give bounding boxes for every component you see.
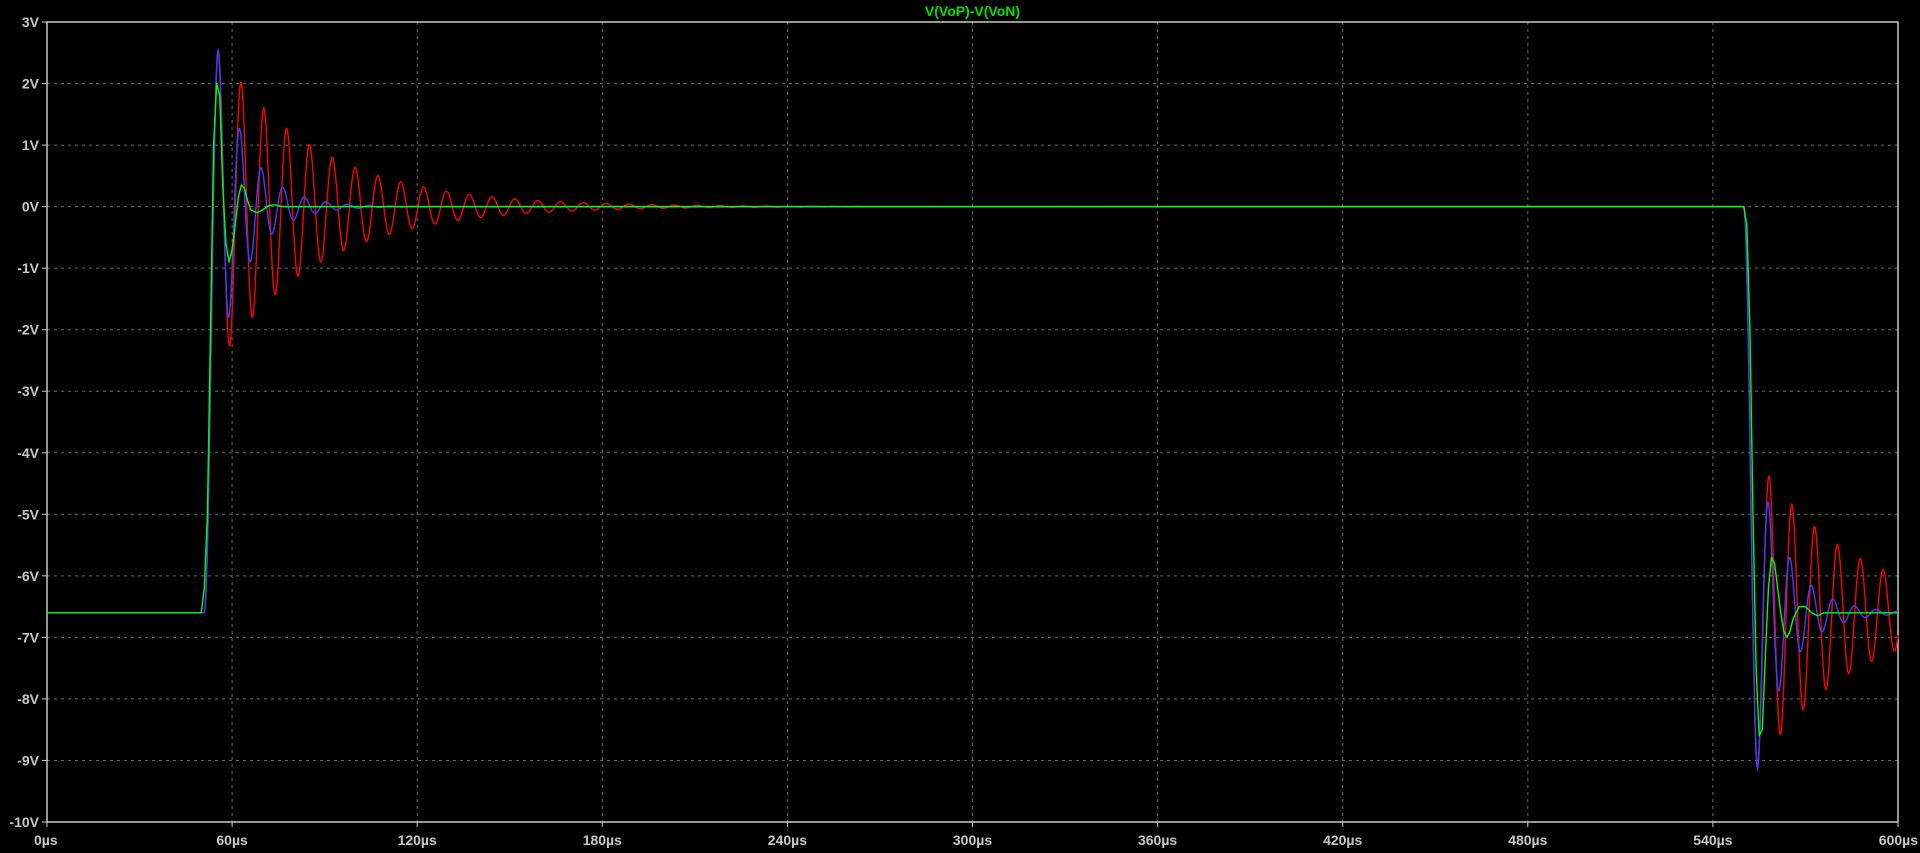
x-tick-label: 240µs — [768, 832, 807, 848]
x-tick-label: 480µs — [1508, 832, 1547, 848]
x-tick-label: 180µs — [583, 832, 622, 848]
y-tick-label: -5V — [17, 506, 39, 522]
y-tick-label: -2V — [17, 322, 39, 338]
y-tick-label: 2V — [22, 76, 40, 92]
waveform-plot[interactable]: 3V2V1V0V-1V-2V-3V-4V-5V-6V-7V-8V-9V-10V … — [0, 0, 1920, 853]
x-tick-label: 0µs — [34, 832, 58, 848]
x-tick-label: 300µs — [953, 832, 992, 848]
y-tick-label: -6V — [17, 568, 39, 584]
y-tick-label: 0V — [22, 199, 40, 215]
y-tick-label: 3V — [22, 14, 40, 30]
x-tick-label: 600µs — [1879, 832, 1918, 848]
x-tick-label: 60µs — [216, 832, 248, 848]
y-tick-label: -4V — [17, 445, 39, 461]
x-tick-label: 540µs — [1693, 832, 1732, 848]
y-tick-label: -1V — [17, 260, 39, 276]
x-tick-label: 420µs — [1323, 832, 1362, 848]
y-tick-label: -3V — [17, 383, 39, 399]
y-tick-label: -9V — [17, 752, 39, 768]
x-tick-label: 120µs — [398, 832, 437, 848]
y-tick-label: -8V — [17, 691, 39, 707]
trace-title[interactable]: V(VoP)-V(VoN) — [925, 3, 1020, 19]
y-tick-label: 1V — [22, 137, 40, 153]
y-tick-label: -10V — [9, 814, 39, 830]
y-tick-label: -7V — [17, 629, 39, 645]
x-tick-label: 360µs — [1138, 832, 1177, 848]
plot-background — [0, 0, 1920, 853]
